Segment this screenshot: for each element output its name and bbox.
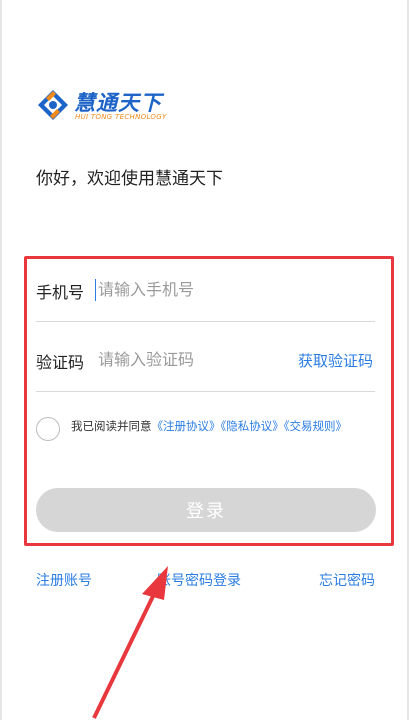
verification-code-input[interactable] [98, 347, 288, 371]
trade-rules-link[interactable]: 《交易规则》 [284, 419, 347, 433]
phone-label: 手机号 [36, 283, 85, 302]
register-account-link[interactable]: 注册账号 [36, 570, 92, 590]
agreement-checkbox[interactable] [36, 417, 60, 441]
privacy-agreement-link[interactable]: 《隐私协议》 [221, 419, 284, 433]
password-login-link[interactable]: 账号密码登录 [157, 570, 241, 590]
code-row: 验证码 获取验证码 [36, 341, 375, 381]
get-code-button[interactable]: 获取验证码 [298, 350, 373, 371]
register-agreement-link[interactable]: 《注册协议》 [152, 419, 221, 433]
forgot-password-link[interactable]: 忘记密码 [319, 570, 375, 590]
phone-row: 手机号 [36, 271, 375, 311]
huitong-logo-icon [38, 90, 68, 120]
code-divider [36, 391, 375, 392]
brand-logo: 慧通天下 HUI TONG TECHNOLOGY [36, 86, 186, 126]
screen-edge-left [0, 0, 2, 720]
welcome-greeting: 你好，欢迎使用慧通天下 [36, 169, 223, 189]
login-button[interactable]: 登录 [36, 488, 376, 532]
brand-subtitle: HUI TONG TECHNOLOGY [75, 113, 167, 121]
phone-input[interactable] [98, 277, 288, 301]
phone-divider [36, 321, 375, 322]
agreement-prefix: 我已阅读并同意 [71, 419, 152, 433]
agreement-text: 我已阅读并同意《注册协议》《隐私协议》《交易规则》 [71, 417, 381, 435]
text-caret [95, 279, 96, 301]
login-form-highlight: 手机号 验证码 获取验证码 我已阅读并同意《注册协议》《隐私协议》《交易规则》 … [24, 256, 394, 546]
code-label: 验证码 [36, 353, 85, 372]
